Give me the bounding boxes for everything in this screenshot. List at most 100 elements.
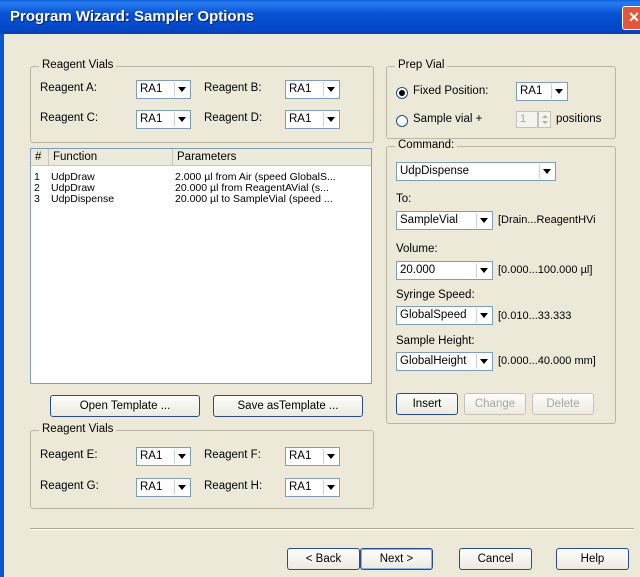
row-number: 3	[34, 194, 40, 205]
row-parameters: 2.000 µl from Air (speed GlobalS...	[175, 172, 336, 183]
chevron-down-icon[interactable]	[476, 213, 491, 228]
next-button[interactable]: Next >	[360, 548, 433, 570]
syringe-speed-label: Syringe Speed:	[396, 289, 475, 301]
syringe-speed-range-label: [0.010...33.333	[498, 310, 572, 322]
reagent-g-value: RA1	[140, 481, 163, 493]
reagent-c-value: RA1	[140, 113, 163, 125]
reagent-d-label: Reagent D:	[204, 112, 263, 124]
syringe-speed-select[interactable]: GlobalSpeed	[396, 306, 493, 325]
table-row[interactable]: 1 UdpDraw 2.000 µl from Air (speed Globa…	[31, 172, 371, 183]
row-function: UdpDispense	[51, 194, 115, 205]
spin-arrows-icon[interactable]	[538, 111, 551, 128]
reagent-e-select[interactable]: RA1	[136, 447, 191, 466]
reagent-b-value: RA1	[289, 83, 312, 95]
window-frame	[0, 34, 4, 577]
group-title: Command:	[395, 139, 458, 151]
reagent-g-label: Reagent G:	[40, 480, 99, 492]
chevron-down-icon[interactable]	[323, 449, 338, 464]
to-range-label: [Drain...ReagentHVi	[498, 214, 596, 226]
reagent-a-select[interactable]: RA1	[136, 80, 191, 99]
group-title: Reagent Vials	[39, 423, 117, 435]
reagent-c-select[interactable]: RA1	[136, 110, 191, 129]
fixed-position-label: Fixed Position:	[413, 85, 489, 97]
reagent-f-label: Reagent F:	[204, 449, 261, 461]
chevron-down-icon[interactable]	[323, 82, 338, 97]
chevron-down-icon[interactable]	[174, 82, 189, 97]
command-select[interactable]: UdpDispense	[396, 162, 556, 181]
reagent-vials-bottom-group: Reagent Vials	[30, 423, 374, 509]
row-function: UdpDraw	[51, 172, 95, 183]
window-title: Program Wizard: Sampler Options	[10, 8, 255, 25]
sample-vial-radio[interactable]	[396, 115, 408, 127]
save-as-template-button[interactable]: Save asTemplate ...	[213, 395, 363, 417]
volume-value: 20.000	[400, 264, 436, 276]
reagent-g-select[interactable]: RA1	[136, 478, 191, 497]
reagent-d-select[interactable]: RA1	[285, 110, 340, 129]
row-parameters: 20.000 µl from ReagentAVial (s...	[175, 183, 329, 194]
chevron-down-icon[interactable]	[174, 480, 189, 495]
change-button[interactable]: Change	[464, 393, 526, 415]
function-list[interactable]: # Function Parameters 1 UdpDraw 2.000 µl…	[30, 148, 372, 384]
help-button[interactable]: Help	[556, 548, 629, 570]
list-header: # Function Parameters	[31, 149, 371, 166]
footer-divider	[30, 528, 634, 530]
chevron-down-icon[interactable]	[539, 164, 554, 179]
program-wizard-window: Program Wizard: Sampler Options ✕ Reagen…	[0, 0, 640, 577]
insert-button[interactable]: Insert	[396, 393, 458, 415]
syringe-speed-value: GlobalSpeed	[400, 309, 467, 321]
column-header-number[interactable]: #	[31, 149, 49, 165]
chevron-down-icon[interactable]	[476, 308, 491, 323]
chevron-down-icon[interactable]	[323, 112, 338, 127]
reagent-vials-top-group: Reagent Vials	[30, 59, 374, 143]
close-button[interactable]: ✕	[622, 6, 640, 30]
row-number: 2	[34, 183, 40, 194]
cancel-button[interactable]: Cancel	[459, 548, 532, 570]
fixed-position-radio[interactable]	[396, 87, 408, 99]
positions-label: positions	[556, 113, 602, 125]
command-value: UdpDispense	[400, 165, 470, 177]
prep-vial-group: Prep Vial	[386, 59, 616, 139]
back-button[interactable]: < Back	[287, 548, 360, 570]
sample-height-range-label: [0.000...40.000 mm]	[498, 355, 596, 367]
group-title: Reagent Vials	[39, 59, 117, 71]
title-bar: Program Wizard: Sampler Options ✕	[0, 0, 640, 34]
reagent-b-select[interactable]: RA1	[285, 80, 340, 99]
open-template-button[interactable]: Open Template ...	[50, 395, 200, 417]
column-header-parameters[interactable]: Parameters	[173, 149, 371, 165]
sample-height-label: Sample Height:	[396, 335, 475, 347]
fixed-position-select[interactable]: RA1	[516, 82, 568, 101]
to-value: SampleVial	[400, 214, 458, 226]
chevron-down-icon[interactable]	[174, 112, 189, 127]
volume-label: Volume:	[396, 243, 438, 255]
volume-select[interactable]: 20.000	[396, 261, 493, 280]
reagent-d-value: RA1	[289, 113, 312, 125]
to-select[interactable]: SampleVial	[396, 211, 493, 230]
group-title: Prep Vial	[395, 59, 448, 71]
reagent-h-label: Reagent H:	[204, 480, 263, 492]
delete-button[interactable]: Delete	[532, 393, 594, 415]
reagent-b-label: Reagent B:	[204, 82, 262, 94]
row-function: UdpDraw	[51, 183, 95, 194]
chevron-down-icon[interactable]	[323, 480, 338, 495]
sample-vial-offset-field[interactable]: 1	[516, 111, 538, 128]
reagent-f-select[interactable]: RA1	[285, 447, 340, 466]
reagent-a-value: RA1	[140, 83, 163, 95]
sample-height-select[interactable]: GlobalHeight	[396, 352, 493, 371]
table-row[interactable]: 2 UdpDraw 20.000 µl from ReagentAVial (s…	[31, 183, 371, 194]
column-header-function[interactable]: Function	[49, 149, 173, 165]
sample-height-value: GlobalHeight	[400, 355, 467, 367]
chevron-down-icon[interactable]	[551, 84, 566, 99]
to-label: To:	[396, 193, 412, 205]
sample-vial-label: Sample vial +	[413, 113, 483, 125]
reagent-e-value: RA1	[140, 450, 163, 462]
chevron-down-icon[interactable]	[476, 263, 491, 278]
reagent-e-label: Reagent E:	[40, 449, 98, 461]
fixed-position-value: RA1	[520, 85, 543, 97]
table-row[interactable]: 3 UdpDispense 20.000 µl to SampleVial (s…	[31, 194, 371, 205]
volume-range-label: [0.000...100.000 µl]	[498, 264, 593, 276]
chevron-down-icon[interactable]	[476, 354, 491, 369]
chevron-down-icon[interactable]	[174, 449, 189, 464]
reagent-a-label: Reagent A:	[40, 82, 97, 94]
reagent-c-label: Reagent C:	[40, 112, 99, 124]
reagent-h-select[interactable]: RA1	[285, 478, 340, 497]
